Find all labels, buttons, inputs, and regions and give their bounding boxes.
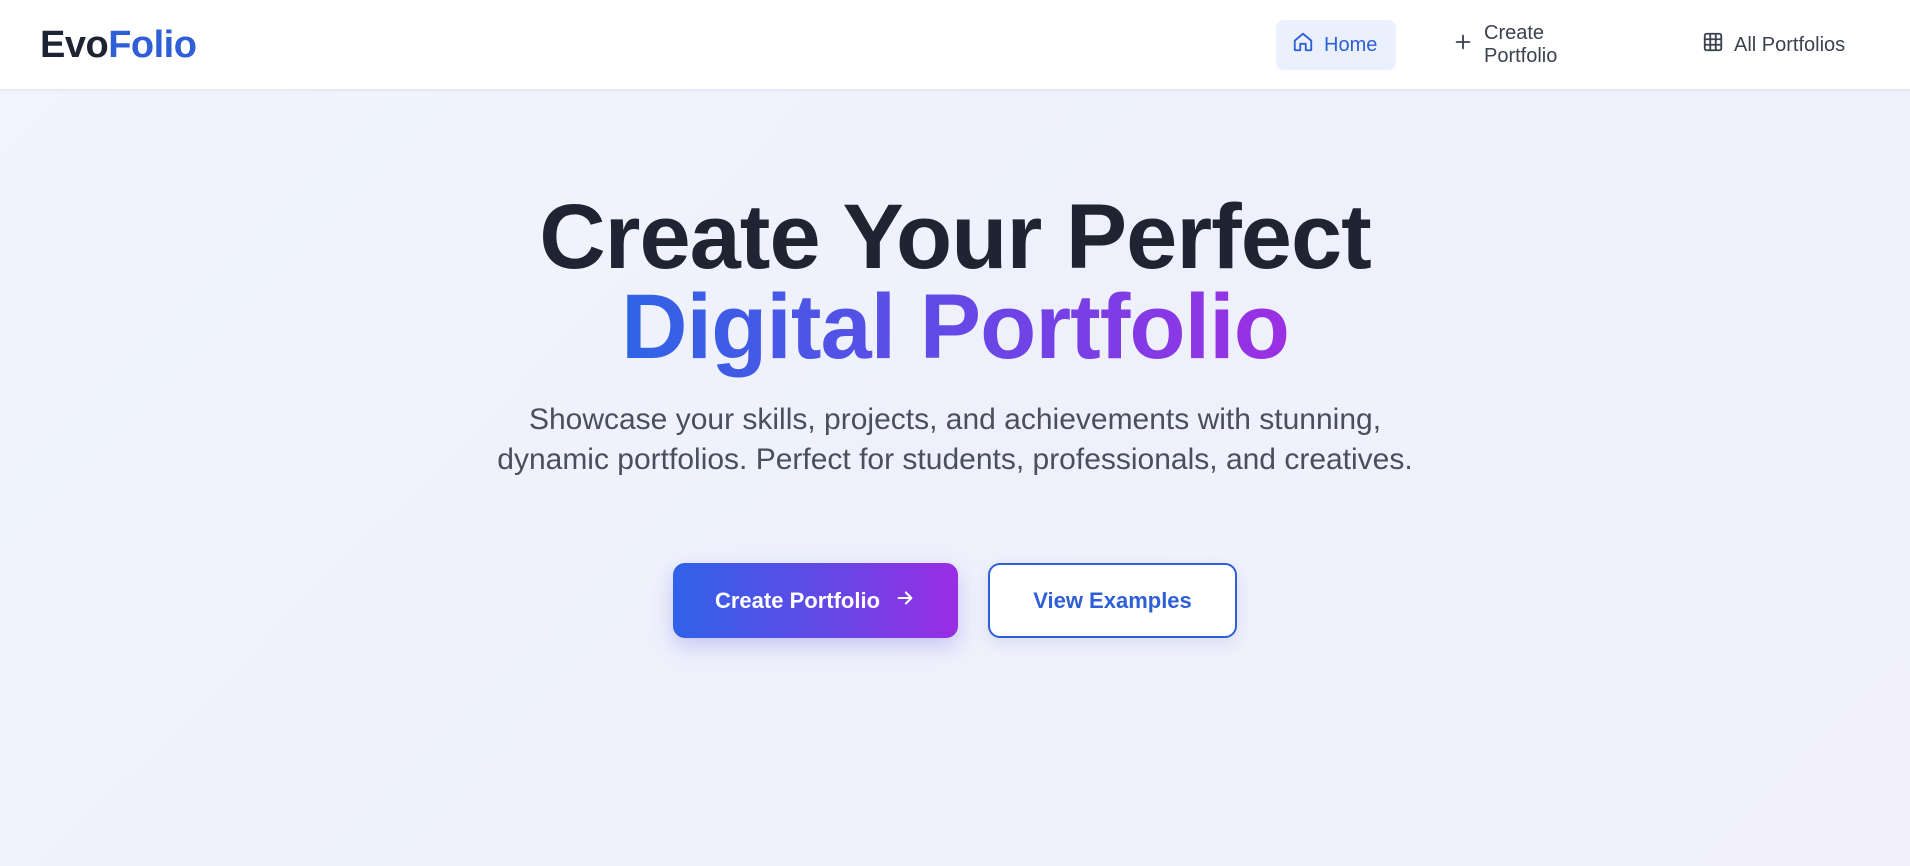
view-examples-button-label: View Examples [1033,587,1192,613]
logo[interactable]: EvoFolio [40,22,197,68]
nav-create-portfolio-label: Create Portfolio [1484,22,1558,67]
hero-title-line-2: Digital Portfolio [0,273,1910,381]
plus-icon [1452,31,1474,59]
top-navbar: EvoFolio Home Create Portfolio All Portf… [0,0,1910,90]
view-examples-button[interactable]: View Examples [988,563,1237,638]
hero-title-gradient-text: Digital Portfolio [621,276,1290,378]
page: EvoFolio Home Create Portfolio All Portf… [0,0,1910,866]
logo-evo: Evo [40,24,109,66]
nav-home-link[interactable]: Home [1276,20,1396,70]
arrow-right-icon [894,587,916,615]
grid-icon [1702,31,1724,59]
nav-all-portfolios-link[interactable]: All Portfolios [1686,20,1876,70]
logo-folio: Folio [108,24,197,66]
hero-subtitle: Showcase your skills, projects, and achi… [497,403,1413,476]
nav-home-label: Home [1324,33,1378,56]
home-icon [1292,31,1314,59]
create-portfolio-button[interactable]: Create Portfolio [673,563,958,638]
nav-all-portfolios-label: All Portfolios [1734,33,1846,56]
create-portfolio-button-label: Create Portfolio [714,587,881,613]
nav-create-portfolio-link[interactable]: Create Portfolio [1436,20,1636,70]
